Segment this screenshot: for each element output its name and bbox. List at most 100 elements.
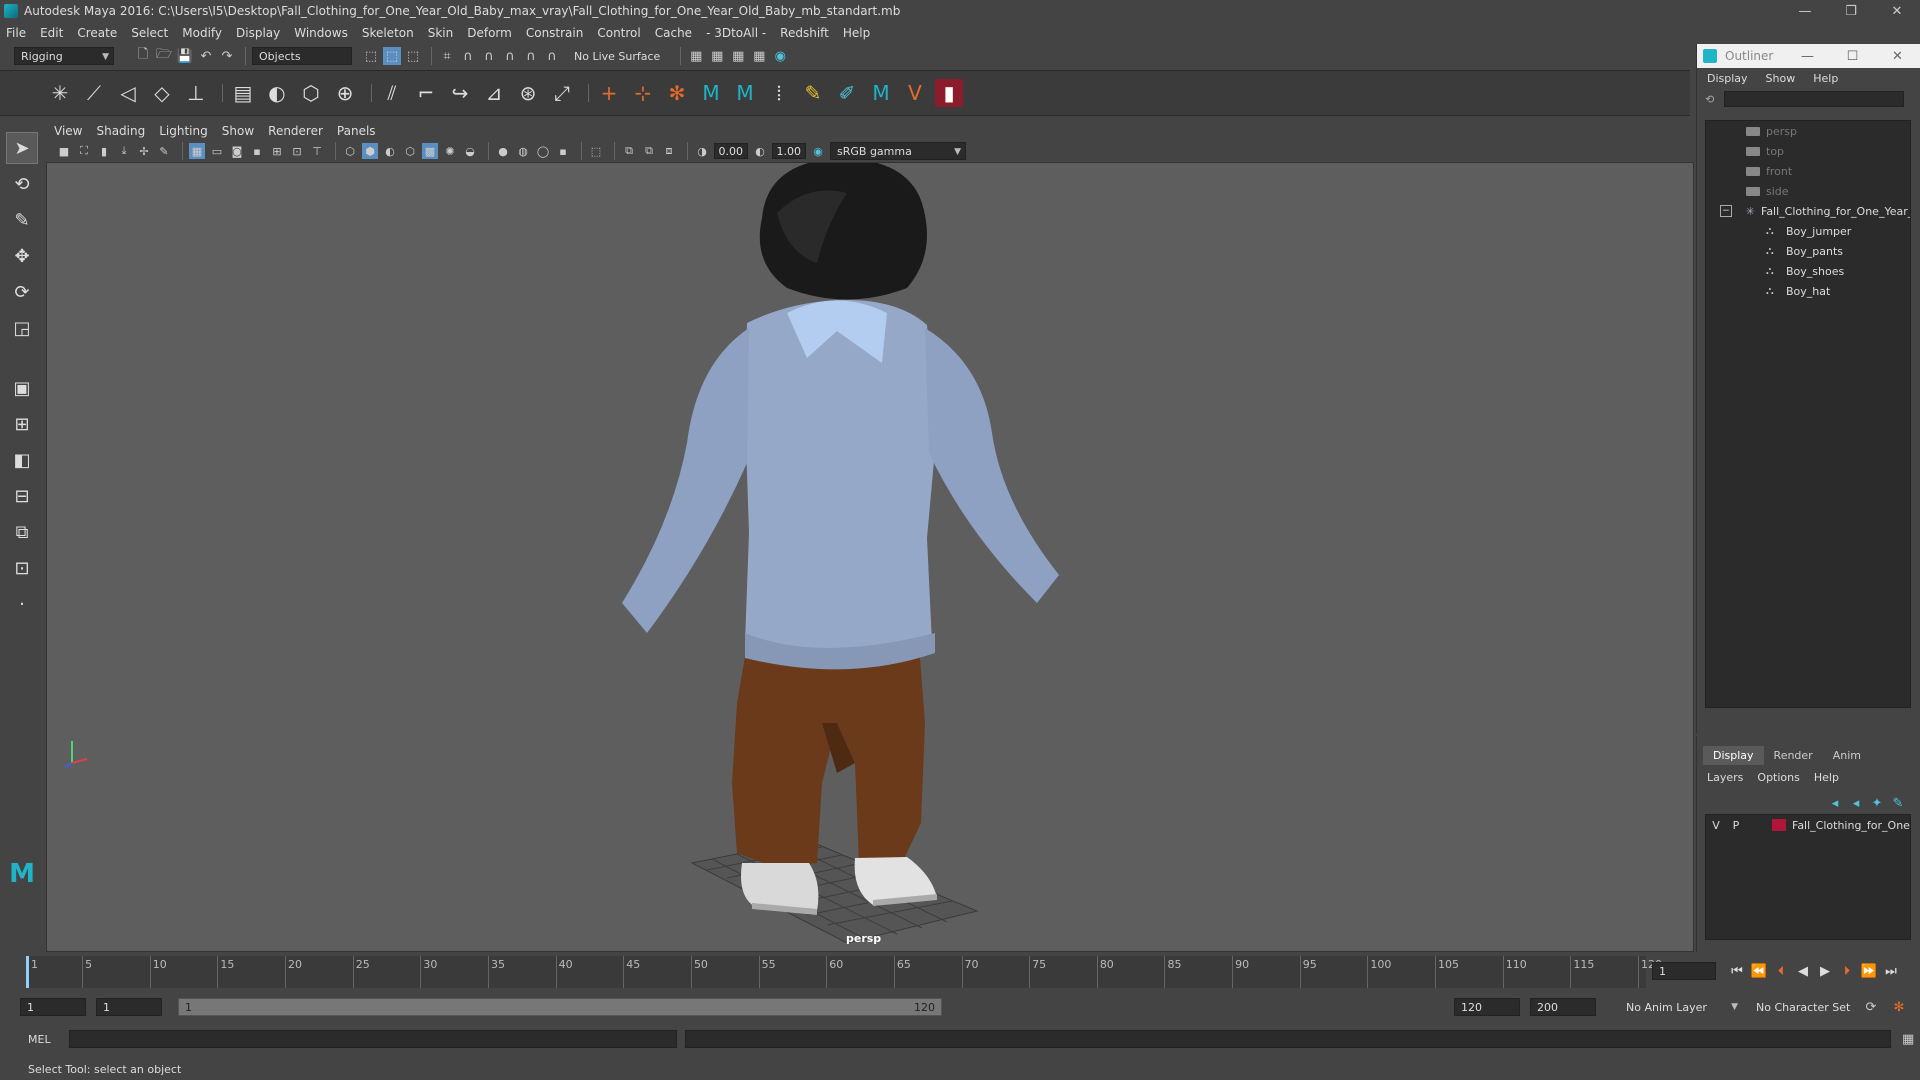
select-tool-icon[interactable]: ➤ — [6, 132, 38, 164]
tab-display[interactable]: Display — [1703, 746, 1764, 765]
scale-tool-icon[interactable]: ◲ — [6, 312, 38, 344]
outliner-list[interactable]: persp top front side − ✳ Fall_Clothing_f… — [1705, 120, 1911, 708]
outliner-item-group[interactable]: − ✳ Fall_Clothing_for_One_Year_ — [1706, 201, 1910, 221]
color-management-icon[interactable]: ◉ — [810, 143, 826, 159]
outliner-item-top[interactable]: top — [1706, 141, 1910, 161]
outliner-item-side[interactable]: side — [1706, 181, 1910, 201]
menu-select[interactable]: Select — [131, 26, 168, 40]
outliner-maximize-button[interactable]: ☐ — [1830, 49, 1875, 64]
textured-icon[interactable]: ▩ — [422, 143, 438, 159]
shadows-icon[interactable]: ◒ — [462, 143, 478, 159]
step-forward-icon[interactable]: ⏩ — [1858, 964, 1880, 979]
end-time-field[interactable]: 200 — [1530, 998, 1596, 1016]
layer-menu-options[interactable]: Options — [1757, 771, 1799, 784]
vp-menu-show[interactable]: Show — [222, 124, 254, 138]
restore-button[interactable]: ❐ — [1828, 0, 1874, 22]
select-component-icon[interactable]: ⬚ — [404, 47, 422, 65]
selection-mode-dropdown[interactable]: Objects — [252, 47, 352, 65]
outliner-menu-display[interactable]: Display — [1707, 72, 1748, 85]
safe-title-icon[interactable]: ⊤ — [309, 143, 325, 159]
outliner-item-boy-pants[interactable]: ⛬ Boy_pants — [1706, 241, 1910, 261]
undo-icon[interactable]: ↶ — [197, 47, 215, 65]
menu-windows[interactable]: Windows — [294, 26, 348, 40]
perspective-viewport[interactable] — [46, 162, 1694, 952]
outliner-menu-help[interactable]: Help — [1813, 72, 1838, 85]
range-start-handle[interactable]: 1 — [185, 1001, 192, 1014]
tab-anim[interactable]: Anim — [1823, 746, 1871, 765]
maya-m3-icon[interactable]: M — [867, 79, 895, 107]
outliner-item-boy-shoes[interactable]: ⛬ Boy_shoes — [1706, 261, 1910, 281]
grid-toggle-icon[interactable]: ▦ — [189, 143, 205, 159]
layout-icon[interactable]: ⊡ — [6, 552, 38, 584]
menu-control[interactable]: Control — [597, 26, 640, 40]
use-lights-icon[interactable]: ✺ — [442, 143, 458, 159]
save-scene-icon[interactable]: 💾 — [176, 47, 194, 65]
snap-view-icon[interactable]: ∩ — [501, 47, 519, 65]
menu-edit[interactable]: Edit — [40, 26, 63, 40]
script-editor-icon[interactable]: ▦ — [1899, 1030, 1917, 1048]
layer-list[interactable]: V P Fall_Clothing_for_One — [1705, 814, 1911, 940]
pole-vector-icon[interactable]: ⤢ — [548, 79, 576, 107]
wireframe-icon[interactable]: ⬡ — [342, 143, 358, 159]
gate-mask-icon[interactable]: ▪ — [249, 143, 265, 159]
hik-icon[interactable]: ✻ — [663, 79, 691, 107]
auto-key-icon[interactable]: ⟳ — [1862, 998, 1880, 1016]
cluster-icon[interactable]: ⊕ — [331, 79, 359, 107]
move-layer-up-icon[interactable]: ◂ — [1826, 794, 1844, 812]
step-forward-key-icon[interactable]: ⏵ — [1836, 964, 1858, 979]
script-language-label[interactable]: MEL — [28, 1033, 51, 1046]
play-backward-icon[interactable]: ◀ — [1792, 964, 1814, 979]
skeleton-icon[interactable]: ⊥ — [182, 79, 210, 107]
camera-icon[interactable]: ■ — [56, 143, 72, 159]
close-button[interactable]: ✕ — [1874, 0, 1920, 22]
menu-display[interactable]: Display — [236, 26, 280, 40]
vp-menu-panels[interactable]: Panels — [337, 124, 376, 138]
current-frame-marker[interactable] — [26, 956, 29, 988]
outliner-item-persp[interactable]: persp — [1706, 121, 1910, 141]
menu-modify[interactable]: Modify — [182, 26, 222, 40]
menu-constrain[interactable]: Constrain — [526, 26, 584, 40]
tab-render[interactable]: Render — [1764, 746, 1823, 765]
ik-fk-icon[interactable]: ⊹ — [629, 79, 657, 107]
step-back-key-icon[interactable]: ⏴ — [1770, 964, 1792, 979]
bind-skin-icon[interactable]: ⫽ — [378, 79, 406, 107]
wireframe-on-shaded-icon[interactable]: ⬡ — [402, 143, 418, 159]
menu-file[interactable]: File — [6, 26, 26, 40]
new-layer-selected-icon[interactable]: ✎ — [1889, 794, 1907, 812]
default-material-icon[interactable]: ◐ — [382, 143, 398, 159]
collapse-icon[interactable]: · — [6, 588, 38, 620]
new-layer-icon[interactable]: ✦ — [1868, 794, 1886, 812]
hypershade-icon[interactable]: ◉ — [771, 47, 789, 65]
menu-skin[interactable]: Skin — [428, 26, 454, 40]
insert-joint-icon[interactable]: ◇ — [148, 79, 176, 107]
playback-start-field[interactable]: 1 — [96, 998, 162, 1016]
minimize-button[interactable]: — — [1782, 0, 1828, 22]
menu-create[interactable]: Create — [77, 26, 117, 40]
menu-set-dropdown[interactable]: Rigging ▼ — [14, 47, 114, 65]
attribute-icon[interactable]: ⦙ — [765, 79, 793, 107]
blend-shape-icon[interactable]: ◐ — [263, 79, 291, 107]
image-plane-icon[interactable]: ⤓ — [116, 143, 132, 159]
ik-spline-icon[interactable]: ◁ — [114, 79, 142, 107]
command-input[interactable] — [68, 1030, 678, 1048]
time-slider-track[interactable]: 1 5 10 15 20 25 30 35 40 45 50 55 60 65 70 75 80 85 90 95 10… — [26, 956, 1662, 988]
wrap-deformer-icon[interactable]: ⬡ — [297, 79, 325, 107]
persp-hypergraph-icon[interactable]: ⧉ — [6, 516, 38, 548]
outliner-filter-icon[interactable]: ⟲ — [1705, 93, 1714, 106]
start-time-field[interactable]: 1 — [20, 998, 86, 1016]
rotate-tool-icon[interactable]: ⟳ — [6, 276, 38, 308]
point-constraint-icon[interactable]: ↪ — [446, 79, 474, 107]
persp-outliner-icon[interactable]: ◧ — [6, 444, 38, 476]
animation-prefs-icon[interactable]: ✻ — [1890, 998, 1908, 1016]
safe-action-icon[interactable]: ⊡ — [289, 143, 305, 159]
exposure-icon[interactable]: ◑ — [694, 143, 710, 159]
snap-curve-icon[interactable]: ∩ — [459, 47, 477, 65]
current-frame-field[interactable]: 1 — [1652, 962, 1716, 980]
maya-m-icon[interactable]: M — [697, 79, 725, 107]
layer-menu-layers[interactable]: Layers — [1707, 771, 1743, 784]
vertex-icon[interactable]: V — [901, 79, 929, 107]
field-chart-icon[interactable]: ⊞ — [269, 143, 285, 159]
go-to-end-icon[interactable]: ⏭ — [1880, 964, 1902, 979]
layer-menu-help[interactable]: Help — [1814, 771, 1839, 784]
menu-skeleton[interactable]: Skeleton — [362, 26, 414, 40]
